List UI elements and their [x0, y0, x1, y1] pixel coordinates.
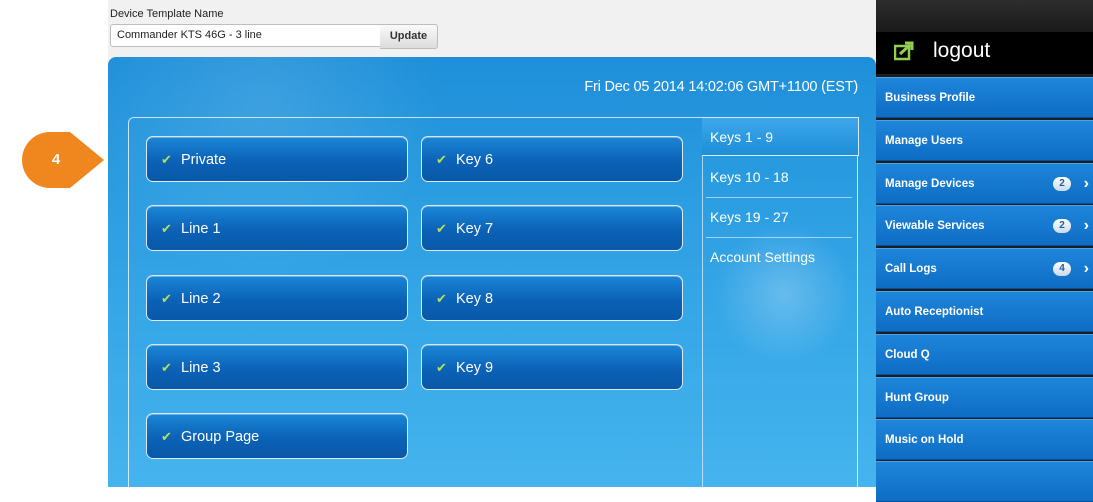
- key-button-key-7[interactable]: ✔ Key 7: [421, 205, 683, 251]
- key-label: Key 9: [456, 360, 494, 376]
- logout-label: logout: [933, 39, 991, 62]
- key-button-group-page[interactable]: ✔ Group Page: [146, 413, 408, 459]
- tab-keys-10-18[interactable]: Keys 10 - 18: [702, 158, 852, 197]
- sidebar-item-more[interactable]: [876, 461, 1093, 502]
- sidebar-item-label: Business Profile: [885, 92, 976, 104]
- tab-keys-1-9[interactable]: Keys 1 - 9: [702, 117, 859, 156]
- template-name-input[interactable]: Commander KTS 46G - 3 line: [110, 24, 386, 47]
- callout-number: 4: [51, 151, 61, 168]
- sidebar-item-label: Viewable Services: [885, 220, 985, 232]
- sidebar-item-label: Manage Users: [885, 135, 963, 147]
- key-label: Group Page: [181, 429, 260, 445]
- tab-keys-19-27[interactable]: Keys 19 - 27: [702, 198, 852, 237]
- phone-handset-icon: ✔: [161, 291, 172, 306]
- key-button-line-1[interactable]: ✔ Line 1: [146, 205, 408, 251]
- chevron-right-icon: ›: [1083, 175, 1089, 192]
- keys-panel: Fri Dec 05 2014 14:02:06 GMT+1100 (EST) …: [108, 57, 876, 487]
- sidebar-item-auto-receptionist[interactable]: Auto Receptionist: [876, 291, 1093, 332]
- count-badge: 4: [1053, 262, 1071, 276]
- template-editor: Device Template Name Commander KTS 46G -…: [108, 0, 876, 487]
- key-button-line-2[interactable]: ✔ Line 2: [146, 275, 408, 321]
- chevron-right-icon: ›: [1083, 260, 1089, 277]
- key-label: Key 6: [456, 152, 494, 168]
- sidebar-header: [876, 0, 1093, 32]
- sidebar-item-cloud-q[interactable]: Cloud Q: [876, 334, 1093, 375]
- sidebar-item-label: Auto Receptionist: [885, 306, 984, 318]
- sidebar-item-viewable-services[interactable]: Viewable Services 2 ›: [876, 205, 1093, 246]
- phone-handset-icon: ✔: [161, 429, 172, 444]
- key-label: Key 7: [456, 221, 494, 237]
- sidebar-item-label: Hunt Group: [885, 392, 949, 404]
- chevron-right-icon: ›: [1083, 217, 1089, 234]
- key-label: Line 1: [181, 221, 221, 237]
- logout-button[interactable]: logout: [876, 32, 1093, 74]
- key-label: Line 3: [181, 360, 221, 376]
- phone-handset-icon: ✔: [161, 221, 172, 236]
- key-page-tabs: Keys 1 - 9 Keys 10 - 18 Keys 19 - 27 Acc…: [702, 117, 859, 477]
- phone-handset-icon: ✔: [436, 360, 447, 375]
- sidebar-item-label: Cloud Q: [885, 349, 930, 361]
- phone-handset-icon: ✔: [436, 152, 447, 167]
- sidebar-item-label: Manage Devices: [885, 178, 975, 190]
- key-button-private[interactable]: ✔ Private: [146, 136, 408, 182]
- key-label: Line 2: [181, 291, 221, 307]
- update-button[interactable]: Update: [380, 24, 438, 49]
- sidebar-item-manage-users[interactable]: Manage Users: [876, 120, 1093, 161]
- count-badge: 2: [1053, 177, 1071, 191]
- template-name-label: Device Template Name: [110, 8, 224, 20]
- key-label: Private: [181, 152, 227, 168]
- key-button-key-8[interactable]: ✔ Key 8: [421, 275, 683, 321]
- phone-handset-icon: ✔: [436, 221, 447, 236]
- step-callout: 4: [22, 132, 112, 188]
- phone-handset-icon: ✔: [161, 360, 172, 375]
- count-badge: 2: [1053, 219, 1071, 233]
- sidebar-item-music-on-hold[interactable]: Music on Hold: [876, 419, 1093, 460]
- datetime-display: Fri Dec 05 2014 14:02:06 GMT+1100 (EST): [584, 79, 858, 95]
- sidebar-item-hunt-group[interactable]: Hunt Group: [876, 377, 1093, 418]
- sidebar-item-call-logs[interactable]: Call Logs 4 ›: [876, 248, 1093, 289]
- tab-account-settings[interactable]: Account Settings: [702, 238, 852, 277]
- key-button-line-3[interactable]: ✔ Line 3: [146, 344, 408, 390]
- sidebar-item-label: Music on Hold: [885, 434, 964, 446]
- key-button-key-6[interactable]: ✔ Key 6: [421, 136, 683, 182]
- phone-handset-icon: ✔: [161, 152, 172, 167]
- sidebar-item-manage-devices[interactable]: Manage Devices 2 ›: [876, 163, 1093, 204]
- key-button-key-9[interactable]: ✔ Key 9: [421, 344, 683, 390]
- logout-icon: [894, 41, 914, 61]
- key-label: Key 8: [456, 291, 494, 307]
- phone-handset-icon: ✔: [436, 291, 447, 306]
- sidebar-item-business-profile[interactable]: Business Profile: [876, 77, 1093, 118]
- sidebar: logout Business Profile Manage Users Man…: [876, 0, 1093, 502]
- sidebar-item-label: Call Logs: [885, 263, 937, 275]
